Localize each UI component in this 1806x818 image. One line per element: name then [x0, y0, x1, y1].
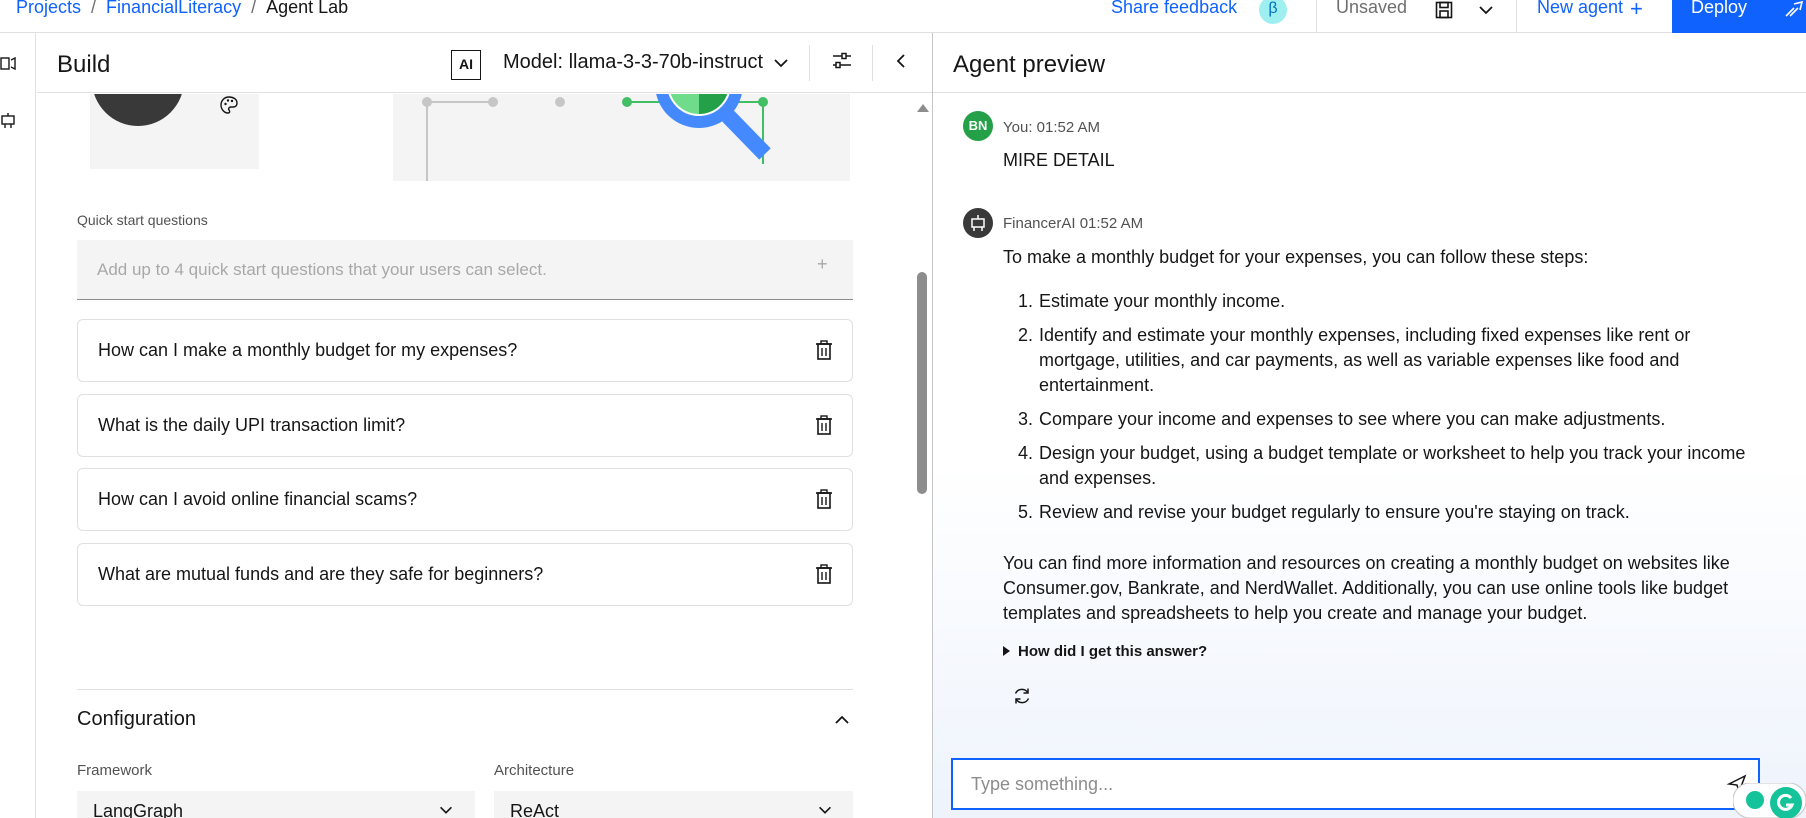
chevron-down-icon	[440, 806, 452, 814]
user-message-text: MIRE DETAIL	[1003, 150, 1115, 170]
save-icon[interactable]	[1434, 0, 1454, 20]
trash-icon[interactable]	[814, 414, 834, 436]
divider	[1316, 0, 1317, 33]
quick-start-question[interactable]: How can I make a monthly budget for my e…	[77, 319, 853, 382]
panel-icon[interactable]	[0, 55, 16, 73]
chevron-left-icon[interactable]	[891, 51, 911, 71]
agent-message-meta: FinancerAI 01:52 AM	[1003, 215, 1144, 232]
top-bar: Projects / FinancialLiteracy / Agent Lab…	[0, 0, 1806, 33]
share-feedback-link[interactable]: Share feedback	[1111, 0, 1237, 18]
answer-step: Estimate your monthly income.	[1038, 289, 1753, 314]
refresh-icon[interactable]	[1011, 685, 1033, 707]
robot-icon	[971, 215, 985, 231]
divider	[809, 45, 810, 81]
breadcrumb: Projects / FinancialLiteracy / Agent Lab	[16, 0, 348, 18]
framework-select[interactable]: LangGraph	[77, 791, 475, 818]
agent-illustration	[393, 94, 850, 181]
answer-steps: Estimate your monthly income. Identify a…	[1038, 289, 1753, 525]
agent-message-body: To make a monthly budget for your expens…	[1003, 245, 1753, 626]
user-avatar: BN	[963, 111, 993, 141]
quick-start-input[interactable]	[77, 240, 853, 300]
answer-step: Compare your income and expenses to see …	[1038, 407, 1753, 432]
architecture-label: Architecture	[494, 762, 575, 779]
answer-closing: You can find more information and resour…	[1003, 553, 1730, 623]
quick-start-question[interactable]: What is the daily UPI transaction limit?	[77, 394, 853, 457]
grammarly-widget[interactable]	[1733, 783, 1806, 818]
how-link-label: How did I get this answer?	[1018, 643, 1208, 660]
ai-badge: AI	[451, 50, 481, 80]
sliders-icon[interactable]	[831, 50, 853, 72]
chevron-down-icon[interactable]	[771, 53, 791, 73]
question-text: How can I make a monthly budget for my e…	[98, 340, 518, 360]
agent-preview-panel: Agent preview BN You: 01:52 AM MIRE DETA…	[933, 33, 1806, 818]
divider	[872, 45, 873, 81]
framework-label: Framework	[77, 762, 153, 779]
scrollbar-thumb[interactable]	[917, 272, 927, 494]
chevron-up-icon[interactable]	[832, 710, 852, 730]
breadcrumb-separator: /	[251, 0, 257, 17]
how-did-i-get-this-answer-toggle[interactable]: How did I get this answer?	[1003, 643, 1207, 660]
trash-icon[interactable]	[814, 563, 834, 585]
answer-intro: To make a monthly budget for your expens…	[1003, 247, 1589, 267]
quick-start-question[interactable]: What are mutual funds and are they safe …	[77, 543, 853, 606]
deploy-label: Deploy	[1691, 0, 1748, 17]
divider	[77, 689, 853, 690]
framework-value: LangGraph	[93, 801, 184, 818]
answer-step: Design your budget, using a budget templ…	[1038, 441, 1753, 491]
question-text: What are mutual funds and are they safe …	[98, 564, 544, 584]
chat-input[interactable]	[951, 758, 1760, 810]
trash-icon[interactable]	[814, 488, 834, 510]
user-message-meta: You: 01:52 AM	[1003, 119, 1101, 136]
question-text: How can I avoid online financial scams?	[98, 489, 418, 509]
deploy-button[interactable]: Deploy	[1672, 0, 1806, 33]
breadcrumb-separator: /	[91, 0, 97, 17]
beta-badge: β	[1259, 0, 1287, 24]
quick-start-question[interactable]: How can I avoid online financial scams?	[77, 468, 853, 531]
chevron-down-icon	[819, 806, 831, 814]
architecture-select[interactable]: ReAct	[494, 791, 853, 818]
breadcrumb-current: Agent Lab	[266, 0, 349, 17]
answer-step: Review and revise your budget regularly …	[1038, 500, 1753, 525]
preview-header: Agent preview	[933, 33, 1806, 93]
breadcrumb-project[interactable]: FinancialLiteracy	[106, 0, 241, 18]
add-question-icon[interactable]: +	[817, 254, 828, 275]
build-panel: Quick start questions + How can I make a…	[37, 94, 932, 818]
build-header: Build AI Model: llama-3-3-70b-instruct	[37, 33, 932, 93]
agent-avatar	[963, 208, 993, 238]
answer-step: Identify and estimate your monthly expen…	[1038, 323, 1753, 398]
architecture-value: ReAct	[510, 801, 560, 818]
rocket-icon	[1785, 0, 1804, 17]
question-text: What is the daily UPI transaction limit?	[98, 415, 406, 435]
robot-icon[interactable]	[0, 111, 16, 129]
preview-title: Agent preview	[953, 51, 1106, 78]
palette-icon[interactable]	[218, 94, 240, 116]
illustration-graphic	[422, 94, 771, 181]
chevron-down-icon[interactable]	[1476, 0, 1496, 20]
save-status: Unsaved	[1336, 0, 1408, 17]
quick-start-label: Quick start questions	[77, 212, 208, 228]
scroll-up-arrow[interactable]	[917, 104, 929, 112]
breadcrumb-projects[interactable]: Projects	[16, 0, 81, 18]
configuration-heading[interactable]: Configuration	[77, 708, 196, 731]
plus-icon[interactable]: +	[1630, 0, 1643, 22]
left-rail	[0, 33, 36, 818]
model-selector[interactable]: Model: llama-3-3-70b-instruct	[503, 51, 763, 74]
caret-right-icon	[1003, 646, 1010, 656]
new-agent-button[interactable]: New agent	[1537, 0, 1623, 18]
trash-icon[interactable]	[814, 339, 834, 361]
build-title: Build	[57, 51, 111, 78]
divider	[1516, 0, 1517, 33]
